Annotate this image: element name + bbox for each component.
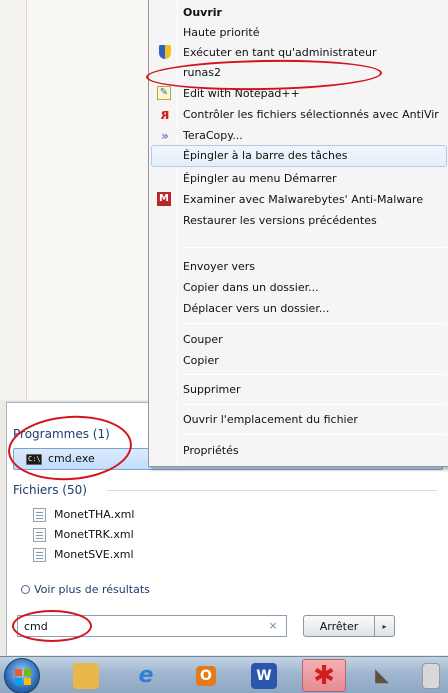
clear-search-icon[interactable]: × (265, 618, 281, 634)
notepad-plus-plus-icon: ✎ (157, 86, 171, 100)
menu-item-open[interactable]: Ouvrir (151, 2, 447, 24)
file-result-label: MonetSVE.xml (54, 548, 134, 561)
teracopy-icon: » (161, 129, 169, 143)
see-more-results-label: Voir plus de résultats (34, 583, 150, 596)
start-button[interactable] (4, 658, 40, 693)
menu-item-label: Envoyer vers (183, 260, 255, 273)
menu-item-label: TeraCopy... (183, 129, 243, 142)
programs-header-label: Programmes (1) (13, 427, 110, 441)
menu-item-cut[interactable]: Couper (151, 329, 447, 351)
shutdown-options-arrow-icon[interactable]: ▸ (375, 615, 395, 637)
menu-item-label: Couper (183, 333, 223, 346)
program-result-label: cmd.exe (48, 452, 95, 465)
menu-item-label: Supprimer (183, 383, 241, 396)
menu-separator (181, 404, 447, 405)
gimp-icon: ◣ (375, 664, 389, 686)
menu-separator (181, 247, 447, 248)
menu-separator (181, 374, 447, 375)
malwarebytes-icon: M (157, 192, 171, 206)
menu-item-label: runas2 (183, 66, 221, 79)
context-menu: Ouvrir Haute priorité Exécuter en tant q… (148, 0, 448, 467)
xml-file-icon (33, 508, 46, 522)
shutdown-button[interactable]: Arrêter (303, 615, 375, 637)
menu-item-label: Examiner avec Malwarebytes' Anti-Malware (183, 193, 424, 206)
menu-separator (181, 434, 447, 435)
red-splat-app-icon: ✱ (313, 660, 335, 691)
files-separator (107, 481, 437, 499)
programs-header[interactable]: Programmes (1) (13, 425, 110, 443)
menu-item-move-to-folder[interactable]: Déplacer vers un dossier... (151, 298, 447, 320)
menu-item-run-as-admin[interactable]: Exécuter en tant qu'administrateur (151, 42, 447, 64)
taskbar-button-outlook[interactable]: O (184, 659, 228, 692)
see-more-results-link[interactable]: Voir plus de résultats (21, 583, 150, 599)
menu-item-label: Haute priorité (183, 26, 260, 39)
taskbar: e O W ✱ ◣ (0, 656, 448, 693)
start-search-input[interactable] (17, 615, 287, 637)
menu-item-label: Exécuter en tant qu'administrateur (183, 46, 377, 59)
menu-item-antivir-scan[interactable]: ᴙ Contrôler les fichiers sélectionnés av… (151, 104, 447, 126)
file-result-label: MonetTHA.xml (54, 508, 135, 521)
menu-item-label: Restaurer les versions précédentes (183, 214, 377, 227)
menu-item-send-to[interactable]: Envoyer vers (151, 256, 447, 278)
taskbar-button-explorer[interactable] (64, 659, 108, 692)
search-icon (21, 585, 30, 594)
menu-separator (181, 323, 447, 324)
menu-item-restore-previous-versions[interactable]: Restaurer les versions précédentes (151, 210, 447, 232)
outlook-icon: O (196, 665, 216, 686)
menu-item-copy-to-folder[interactable]: Copier dans un dossier... (151, 277, 447, 299)
menu-item-edit-notepad-plus-plus[interactable]: ✎ Edit with Notepad++ (151, 83, 447, 105)
windows-explorer-icon (73, 662, 99, 689)
xml-file-icon (33, 548, 46, 562)
files-header-label: Fichiers (50) (13, 483, 87, 497)
menu-item-copy[interactable]: Copier (151, 350, 447, 372)
menu-item-runas2[interactable]: runas2 (151, 62, 447, 84)
menu-item-label: Épingler au menu Démarrer (183, 172, 337, 185)
menu-item-open-file-location[interactable]: Ouvrir l'emplacement du fichier (151, 409, 447, 431)
menu-item-label: Copier dans un dossier... (183, 281, 319, 294)
taskbar-button-word[interactable]: W (242, 659, 286, 692)
taskbar-button-red-splat-app[interactable]: ✱ (302, 659, 346, 692)
menu-item-delete[interactable]: Supprimer (151, 379, 447, 401)
menu-item-label: Déplacer vers un dossier... (183, 302, 330, 315)
shutdown-control: Arrêter ▸ (303, 615, 395, 637)
menu-item-high-priority[interactable]: Haute priorité (151, 22, 447, 44)
menu-item-teracopy[interactable]: » TeraCopy... (151, 125, 447, 147)
taskbar-button-notepad[interactable] (414, 659, 448, 692)
internet-explorer-icon: e (138, 662, 154, 688)
taskbar-button-internet-explorer[interactable]: e (124, 659, 168, 692)
menu-item-label: Contrôler les fichiers sélectionnés avec… (183, 108, 439, 121)
command-prompt-icon: C:\ (26, 454, 42, 465)
menu-item-malwarebytes-scan[interactable]: M Examiner avec Malwarebytes' Anti-Malwa… (151, 189, 447, 211)
menu-item-label: Copier (183, 354, 219, 367)
taskbar-button-gimp[interactable]: ◣ (360, 659, 404, 692)
menu-item-label: Propriétés (183, 444, 239, 457)
menu-item-pin-to-start[interactable]: Épingler au menu Démarrer (151, 168, 447, 190)
menu-item-label: Edit with Notepad++ (183, 87, 300, 100)
menu-item-label: Ouvrir (183, 6, 222, 19)
menu-item-pin-to-taskbar[interactable]: Épingler à la barre des tâches (151, 145, 447, 167)
file-result-label: MonetTRK.xml (54, 528, 134, 541)
antivir-icon: ᴙ (160, 107, 170, 123)
files-header[interactable]: Fichiers (50) (13, 481, 87, 499)
menu-item-properties[interactable]: Propriétés (151, 440, 447, 462)
menu-item-label: Épingler à la barre des tâches (183, 149, 348, 162)
word-icon: W (251, 662, 277, 689)
notepad-icon (422, 662, 440, 689)
uac-shield-icon (159, 45, 171, 59)
menu-item-label: Ouvrir l'emplacement du fichier (183, 413, 358, 426)
windows-logo-icon (15, 669, 31, 685)
xml-file-icon (33, 528, 46, 542)
